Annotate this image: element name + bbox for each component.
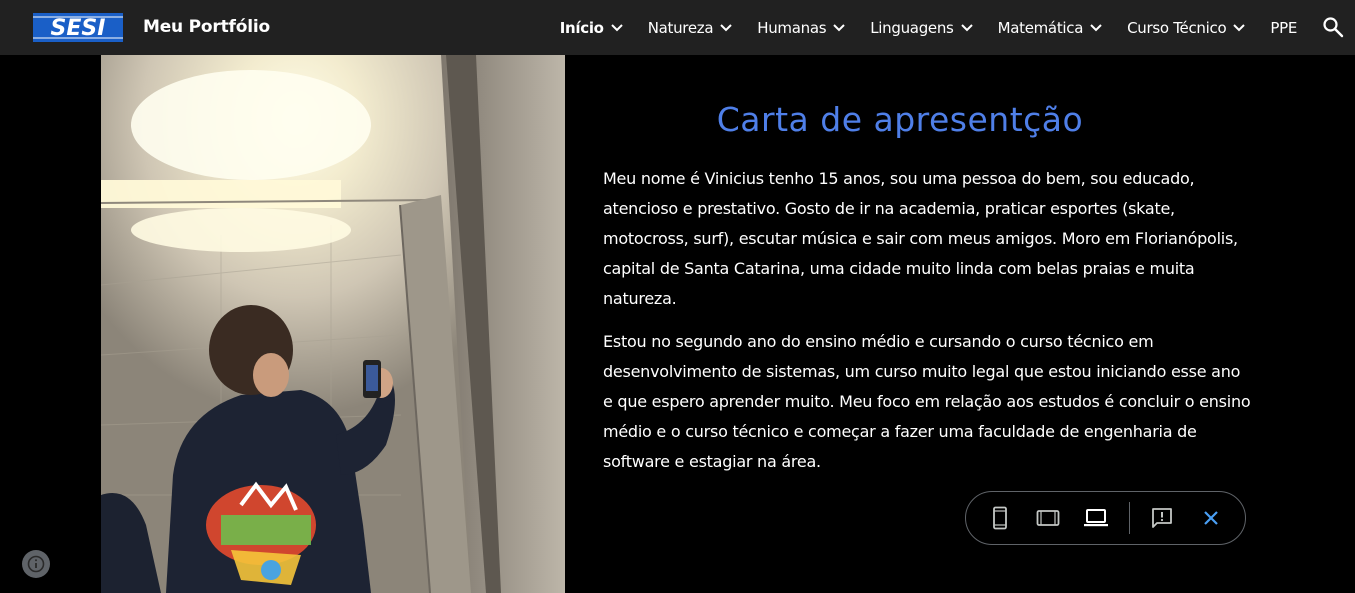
nav-label: Matemática bbox=[997, 18, 1084, 37]
tablet-view-icon bbox=[1036, 510, 1060, 526]
chevron-down-icon bbox=[1090, 23, 1102, 31]
info-icon bbox=[27, 555, 45, 573]
chevron-down-icon bbox=[610, 23, 623, 31]
nav-item-curso-tecnico[interactable]: Curso Técnico bbox=[1127, 18, 1246, 37]
nav-label: Curso Técnico bbox=[1127, 18, 1227, 37]
chevron-down-icon bbox=[833, 23, 845, 31]
intro-text: Meu nome é Vinicius tenho 15 anos, sou u… bbox=[603, 164, 1253, 490]
phone-view-button[interactable] bbox=[986, 504, 1014, 532]
toolbar-divider bbox=[1129, 502, 1130, 534]
intro-paragraph-1: Meu nome é Vinicius tenho 15 anos, sou u… bbox=[603, 169, 1238, 308]
nav-item-ppe[interactable]: PPE bbox=[1270, 19, 1297, 37]
nav-label: Início bbox=[559, 18, 604, 37]
chevron-down-icon bbox=[720, 23, 732, 31]
preview-toolbar bbox=[965, 491, 1246, 545]
nav-label: Natureza bbox=[647, 18, 714, 37]
search-icon[interactable] bbox=[1322, 16, 1344, 38]
nav-label: PPE bbox=[1270, 18, 1297, 37]
laptop-view-icon bbox=[1084, 509, 1108, 527]
phone-view-icon bbox=[993, 506, 1007, 530]
report-abuse-icon bbox=[1152, 508, 1172, 528]
site-header: SESI Meu Portfólio Início Natureza Human… bbox=[0, 0, 1355, 55]
main-nav: Início Natureza Humanas Linguagens Matem… bbox=[535, 0, 1298, 55]
mirror-selfie-photo bbox=[101, 55, 565, 593]
logo-text: SESI bbox=[51, 16, 106, 41]
report-abuse-button[interactable] bbox=[1148, 504, 1176, 532]
page-heading: Carta de apresentção bbox=[716, 100, 1084, 140]
close-icon bbox=[1204, 511, 1218, 525]
nav-item-humanas[interactable]: Humanas bbox=[757, 19, 845, 37]
sesi-logo[interactable]: SESI bbox=[33, 13, 123, 42]
nav-item-inicio[interactable]: Início bbox=[560, 19, 623, 37]
site-title[interactable]: Meu Portfólio bbox=[143, 0, 270, 55]
info-button[interactable] bbox=[22, 550, 50, 578]
intro-paragraph-2: Estou no segundo ano do ensino médio e c… bbox=[603, 332, 1251, 471]
chevron-down-icon bbox=[1233, 23, 1246, 31]
laptop-view-button[interactable] bbox=[1082, 504, 1110, 532]
nav-label: Linguagens bbox=[870, 18, 954, 37]
nav-label: Humanas bbox=[757, 18, 827, 37]
tablet-view-button[interactable] bbox=[1034, 504, 1062, 532]
nav-item-matematica[interactable]: Matemática bbox=[998, 19, 1103, 37]
close-preview-button[interactable] bbox=[1197, 504, 1225, 532]
chevron-down-icon bbox=[960, 23, 973, 31]
nav-item-natureza[interactable]: Natureza bbox=[648, 19, 733, 37]
nav-item-linguagens[interactable]: Linguagens bbox=[870, 18, 973, 37]
